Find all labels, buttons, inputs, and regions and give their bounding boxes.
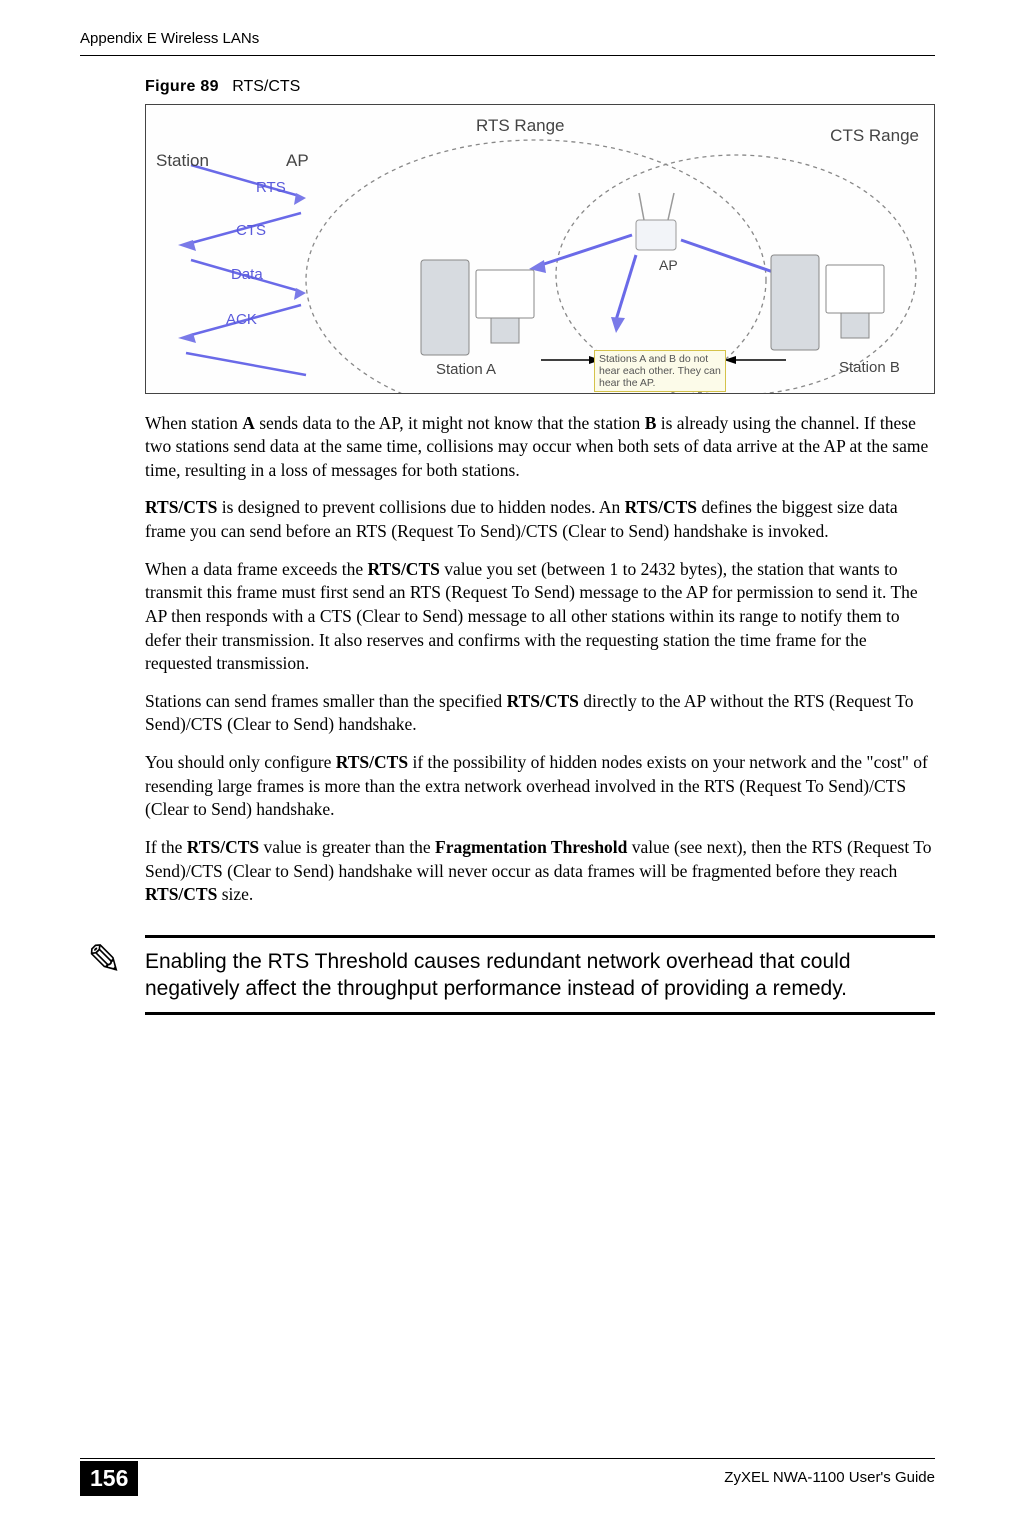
paragraph-6: If the RTS/CTS value is greater than the… <box>145 836 935 907</box>
p4-rtscts: RTS/CTS <box>507 691 579 711</box>
paragraph-5: You should only configure RTS/CTS if the… <box>145 751 935 822</box>
ap-label: AP <box>286 150 309 173</box>
paragraph-4: Stations can send frames smaller than th… <box>145 690 935 737</box>
note-hand-icon: ✎ <box>87 933 122 990</box>
figure-title: RTS/CTS <box>232 78 300 95</box>
p1-station-a: A <box>242 413 255 433</box>
p5-pre: You should only configure <box>145 752 336 772</box>
p6-frag-threshold: Fragmentation Threshold <box>435 837 627 857</box>
ap-device-label: AP <box>659 256 678 275</box>
note-rule-top <box>145 935 935 938</box>
paragraph-1: When station A sends data to the AP, it … <box>145 412 935 483</box>
note-callout: ✎ Enabling the RTS Threshold causes redu… <box>145 935 935 1016</box>
station-a-label: Station A <box>436 360 496 380</box>
station-label: Station <box>156 150 209 173</box>
figure-number: Figure 89 <box>145 78 219 95</box>
rts-range-label: RTS Range <box>476 115 565 138</box>
p1-mid: sends data to the AP, it might not know … <box>255 413 645 433</box>
p2-mid: is designed to prevent collisions due to… <box>217 497 624 517</box>
diagram-svg <box>146 105 935 394</box>
p3-pre: When a data frame exceeds the <box>145 559 368 579</box>
station-b-label: Station B <box>839 358 900 378</box>
p6-rtscts-1: RTS/CTS <box>187 837 259 857</box>
rts-label: RTS <box>256 178 286 198</box>
footer-guide-name: ZyXEL NWA-1100 User's Guide <box>724 1469 935 1486</box>
p6-mid1: value is greater than the <box>259 837 435 857</box>
paragraph-3: When a data frame exceeds the RTS/CTS va… <box>145 558 935 676</box>
p4-pre: Stations can send frames smaller than th… <box>145 691 507 711</box>
p1-station-b: B <box>645 413 657 433</box>
p6-pre: If the <box>145 837 187 857</box>
page-number: 156 <box>80 1461 138 1496</box>
p1-pre: When station <box>145 413 242 433</box>
p5-rtscts: RTS/CTS <box>336 752 408 772</box>
diagram-note-box: Stations A and B do not hear each other.… <box>594 350 726 392</box>
note-text: Enabling the RTS Threshold causes redund… <box>145 948 935 1003</box>
ack-label: ACK <box>226 310 257 330</box>
cts-label: CTS <box>236 221 266 241</box>
paragraph-2: RTS/CTS is designed to prevent collision… <box>145 496 935 543</box>
data-label: Data <box>231 265 263 285</box>
p6-rtscts-2: RTS/CTS <box>145 884 217 904</box>
cts-range-label: CTS Range <box>830 125 919 148</box>
figure-caption: Figure 89 RTS/CTS <box>145 76 935 98</box>
p6-post: size. <box>217 884 253 904</box>
figure-89-diagram: RTS Range CTS Range Station AP RTS CTS D… <box>145 104 935 394</box>
p2-rtscts-2: RTS/CTS <box>625 497 697 517</box>
p2-rtscts-1: RTS/CTS <box>145 497 217 517</box>
header-left: Appendix E Wireless LANs <box>80 30 259 47</box>
footer-rule <box>80 1458 935 1459</box>
note-rule-bottom <box>145 1012 935 1015</box>
p3-rtscts: RTS/CTS <box>368 559 440 579</box>
